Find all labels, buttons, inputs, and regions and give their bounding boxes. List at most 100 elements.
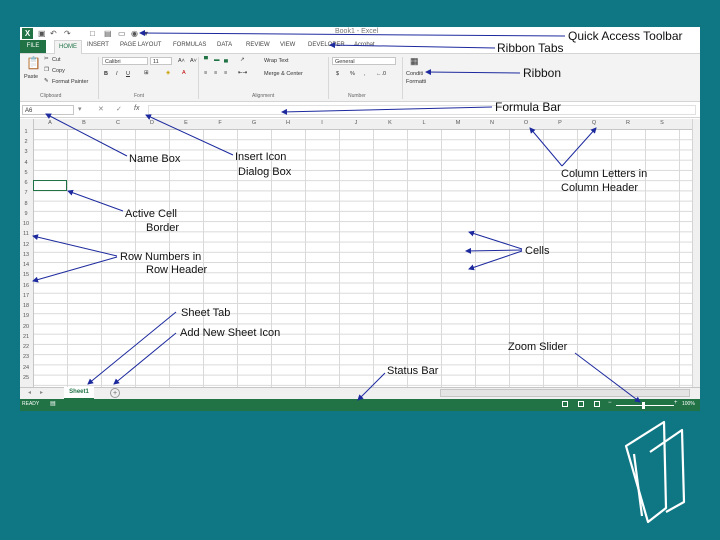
row-number-9[interactable]: 9 [20,211,32,217]
row-number-20[interactable]: 20 [20,324,32,330]
redo-icon[interactable]: ↷ [64,29,71,38]
zoom-slider-track[interactable] [616,405,674,406]
row-number-13[interactable]: 13 [20,252,32,258]
font-color-icon[interactable]: A [182,70,186,76]
align-center-icon[interactable]: ≡ [214,70,217,76]
column-letter-j[interactable]: J [339,120,373,126]
row-number-15[interactable]: 15 [20,272,32,278]
decimal-icon[interactable]: ←.0 [376,71,386,77]
horizontal-scrollbar[interactable] [440,389,690,397]
tab-developer[interactable]: DEVELOPER [308,42,345,48]
percent-button[interactable]: % [350,71,355,77]
undo-icon[interactable]: ↶ [50,29,57,38]
tab-page-layout[interactable]: PAGE LAYOUT [120,42,161,48]
paste-button[interactable]: Paste [24,74,38,80]
row-number-7[interactable]: 7 [20,190,32,196]
column-letter-h[interactable]: H [271,120,305,126]
qat-customize-icon[interactable]: ▾ [144,29,148,38]
column-letter-o[interactable]: O [509,120,543,126]
column-letter-m[interactable]: M [441,120,475,126]
column-letter-f[interactable]: F [203,120,237,126]
row-number-3[interactable]: 3 [20,149,32,155]
borders-icon[interactable]: ⊞ [144,70,149,76]
open-icon[interactable]: ▭ [118,29,126,38]
column-letter-c[interactable]: C [101,120,135,126]
copy-button[interactable]: Copy [52,68,65,74]
save-icon[interactable]: ▣ [38,29,46,38]
row-number-18[interactable]: 18 [20,303,32,309]
row-number-23[interactable]: 23 [20,354,32,360]
conditional-format-button-line2[interactable]: Formatti [406,79,426,85]
row-number-5[interactable]: 5 [20,170,32,176]
camera-icon[interactable]: ◉ [131,29,138,38]
enter-icon[interactable]: ✓ [116,105,122,113]
tab-formulas[interactable]: FORMULAS [173,42,206,48]
row-number-25[interactable]: 25 [20,375,32,381]
tab-insert[interactable]: INSERT [87,42,109,48]
row-number-2[interactable]: 2 [20,139,32,145]
row-number-10[interactable]: 10 [20,221,32,227]
next-sheet-icon[interactable]: ▸ [40,389,43,396]
shrink-font-icon[interactable]: A˅ [190,58,197,64]
align-right-icon[interactable]: ≡ [224,70,227,76]
insert-function-icon[interactable]: fx [134,105,139,112]
zoom-slider-thumb[interactable] [642,402,645,409]
tab-review[interactable]: REVIEW [246,42,270,48]
normal-view-icon[interactable] [562,401,568,407]
zoom-out-icon[interactable]: − [608,400,612,406]
currency-button[interactable]: $ [336,71,339,77]
tab-view[interactable]: VIEW [280,42,295,48]
paste-icon[interactable]: 📋 [26,56,41,70]
vertical-scrollbar[interactable] [692,119,700,387]
row-number-24[interactable]: 24 [20,365,32,371]
formula-input[interactable] [148,105,696,115]
font-size-select[interactable]: 11 [150,57,172,65]
orientation-icon[interactable]: ↗ [240,57,245,63]
tab-file[interactable]: FILE [20,40,46,53]
column-letter-a[interactable]: A [33,120,67,126]
column-letter-q[interactable]: Q [577,120,611,126]
align-left-icon[interactable]: ≡ [204,70,207,76]
column-letter-r[interactable]: R [611,120,645,126]
column-letter-b[interactable]: B [67,120,101,126]
row-number-12[interactable]: 12 [20,242,32,248]
align-top-icon[interactable]: ▀ [204,57,208,63]
page-layout-view-icon[interactable] [578,401,584,407]
tab-data[interactable]: DATA [217,42,232,48]
name-box-dropdown-icon[interactable]: ▾ [78,105,82,113]
column-letter-g[interactable]: G [237,120,271,126]
cancel-icon[interactable]: ✕ [98,105,104,113]
indent-icon[interactable]: ⇤⇥ [238,70,247,76]
row-number-6[interactable]: 6 [20,180,32,186]
row-number-19[interactable]: 19 [20,313,32,319]
page-break-view-icon[interactable] [594,401,600,407]
copy-icon[interactable]: ❐ [44,67,49,73]
zoom-level[interactable]: 100% [682,401,695,407]
font-name-select[interactable]: Calibri [102,57,148,65]
conditional-format-button[interactable]: Conditi [406,71,423,77]
tab-acrobat[interactable]: Acrobat [354,42,375,48]
row-number-1[interactable]: 1 [20,129,32,135]
underline-button[interactable]: U [126,71,130,77]
print-preview-icon[interactable]: ▤ [104,29,112,38]
new-file-icon[interactable]: □ [90,29,95,38]
row-number-4[interactable]: 4 [20,160,32,166]
grow-font-icon[interactable]: A˄ [178,58,185,64]
cut-button[interactable]: Cut [52,57,61,63]
active-cell[interactable] [33,180,67,191]
column-letter-d[interactable]: D [135,120,169,126]
number-format-select[interactable]: General [332,57,396,65]
column-letter-s[interactable]: S [645,120,679,126]
row-number-14[interactable]: 14 [20,262,32,268]
conditional-format-icon[interactable]: ▦ [410,56,419,67]
bold-button[interactable]: B [104,71,108,77]
align-middle-icon[interactable]: ▬ [214,57,220,63]
row-number-21[interactable]: 21 [20,334,32,340]
column-letter-k[interactable]: K [373,120,407,126]
row-number-11[interactable]: 11 [20,231,32,237]
wrap-text-button[interactable]: Wrap Text [264,58,289,64]
column-letter-l[interactable]: L [407,120,441,126]
row-number-16[interactable]: 16 [20,283,32,289]
comma-icon[interactable]: , [364,71,366,77]
prev-sheet-icon[interactable]: ◂ [28,389,31,396]
